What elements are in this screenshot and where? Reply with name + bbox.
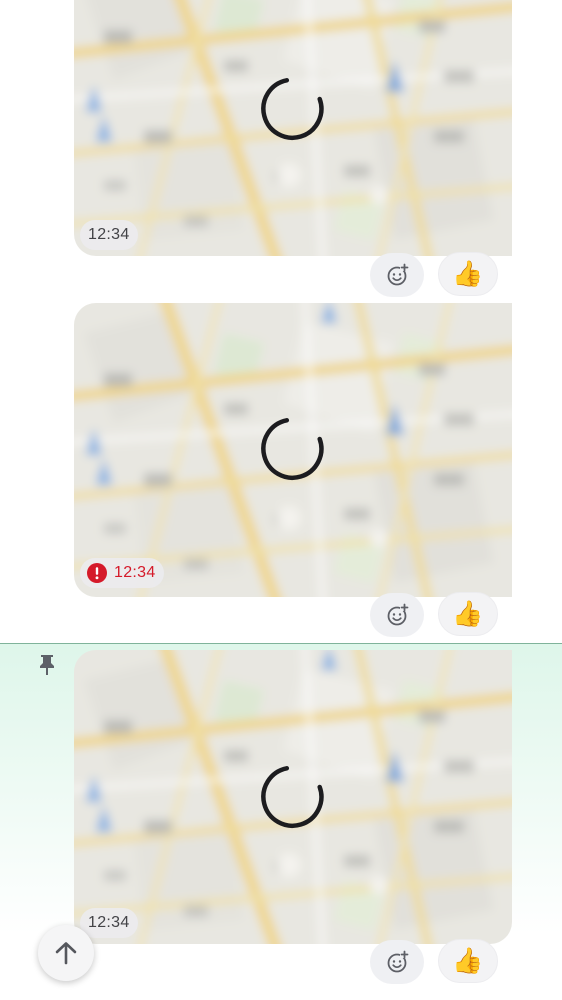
message-timestamp-error[interactable]: 12:34 bbox=[80, 558, 164, 588]
thumbs-up-reaction-button[interactable]: 👍 bbox=[438, 939, 498, 983]
timestamp-text: 12:34 bbox=[88, 226, 130, 243]
location-message-1[interactable]: 12:34 bbox=[74, 0, 512, 256]
add-reaction-button[interactable] bbox=[370, 940, 424, 984]
thumbs-up-reaction-button[interactable]: 👍 bbox=[438, 252, 498, 296]
add-reaction-icon bbox=[387, 262, 410, 285]
add-reaction-icon bbox=[387, 949, 410, 972]
error-icon bbox=[87, 563, 107, 583]
add-reaction-icon bbox=[387, 602, 410, 625]
add-reaction-button[interactable] bbox=[370, 253, 424, 297]
location-message-3[interactable]: 12:34 bbox=[74, 650, 512, 944]
chat-screen: 12:34 👍 12:34 👍 12:34 👍 bbox=[0, 0, 562, 1000]
location-message-2[interactable]: 12:34 bbox=[74, 303, 512, 597]
loading-spinner-icon bbox=[260, 417, 324, 481]
message-timestamp: 12:34 bbox=[80, 220, 138, 250]
timestamp-text: 12:34 bbox=[114, 564, 156, 581]
thumbs-up-icon: 👍 bbox=[452, 259, 484, 288]
thumbs-up-icon: 👍 bbox=[452, 599, 484, 628]
pin-icon bbox=[40, 655, 54, 675]
message-timestamp: 12:34 bbox=[80, 908, 138, 938]
thumbs-up-icon: 👍 bbox=[452, 946, 484, 975]
loading-spinner-icon bbox=[260, 77, 324, 141]
thumbs-up-reaction-button[interactable]: 👍 bbox=[438, 592, 498, 636]
loading-spinner-icon bbox=[260, 765, 324, 829]
scroll-up-button[interactable] bbox=[38, 925, 94, 981]
arrow-up-icon bbox=[55, 942, 77, 965]
timestamp-text: 12:34 bbox=[88, 914, 130, 931]
add-reaction-button[interactable] bbox=[370, 593, 424, 637]
